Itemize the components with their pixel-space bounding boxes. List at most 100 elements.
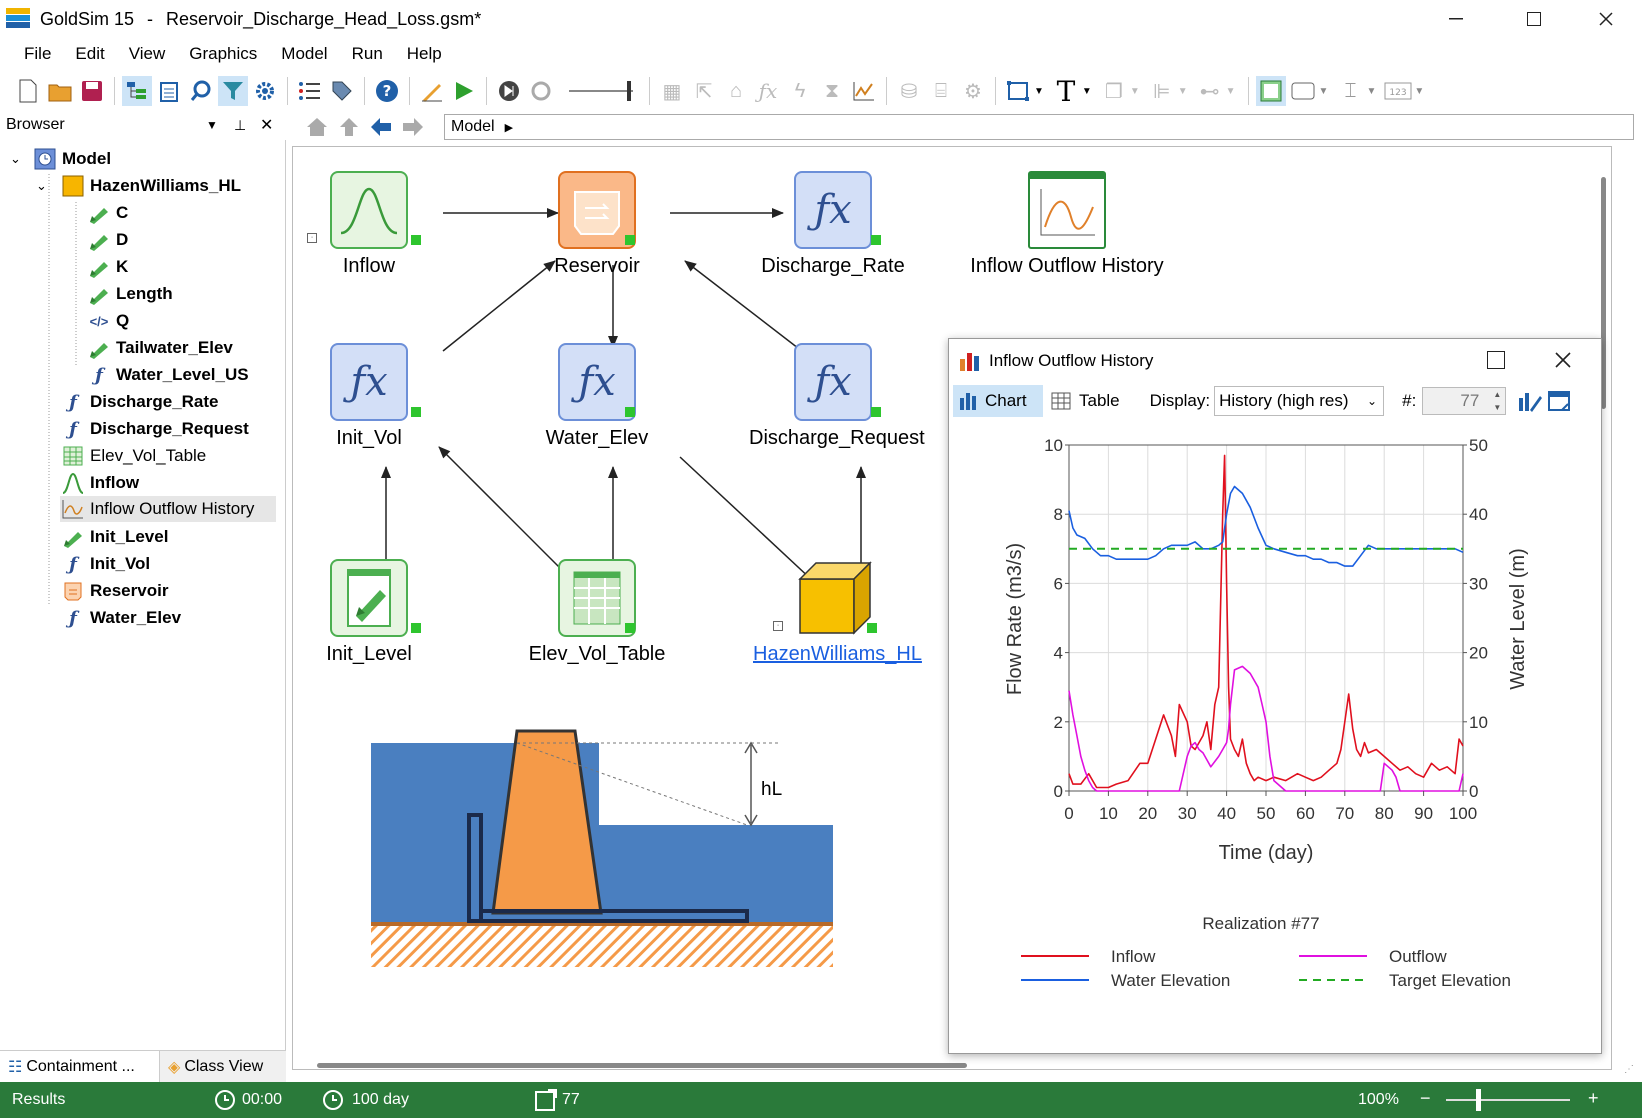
tree-item-c[interactable]: C <box>88 200 128 226</box>
minimize-button[interactable] <box>1426 0 1486 38</box>
dropdown-arrow-icon[interactable]: ▼ <box>1226 86 1236 97</box>
element-elev-vol-table[interactable]: Elev_Vol_Table <box>513 559 681 666</box>
save-button[interactable] <box>77 76 107 106</box>
menu-view[interactable]: View <box>117 44 178 64</box>
tree-item-model[interactable]: Model <box>34 146 111 172</box>
number-format-button[interactable]: 123 <box>1383 76 1413 106</box>
menu-help[interactable]: Help <box>395 44 454 64</box>
tree-item-q[interactable]: </> Q <box>88 308 130 334</box>
element-reservoir[interactable]: Reservoir <box>537 171 657 278</box>
reset-button[interactable] <box>526 76 556 106</box>
dropdown-arrow-icon[interactable]: ▼ <box>1178 86 1188 97</box>
zoom-in-button[interactable]: + <box>1588 1088 1599 1109</box>
menu-edit[interactable]: Edit <box>63 44 116 64</box>
expand-icon[interactable]: · <box>773 621 783 631</box>
realization-spinner[interactable]: 77 ▲ ▼ <box>1422 387 1507 415</box>
tree-item-discharge-rate[interactable]: ƒ Discharge_Rate <box>62 389 218 415</box>
expression-tool-button[interactable]: ƒx <box>753 76 783 106</box>
pin-icon[interactable]: ⊥ <box>234 117 246 134</box>
tree-item-init-level[interactable]: Init_Level <box>62 524 168 550</box>
element-inflow[interactable]: Inflow · <box>307 171 427 278</box>
dropdown-arrow-icon[interactable]: ▼ <box>1082 86 1092 97</box>
edit-mode-button[interactable] <box>417 76 447 106</box>
container-tool-button[interactable]: ▦ <box>657 76 687 106</box>
window-settings-icon[interactable] <box>1548 390 1572 412</box>
up-button[interactable] <box>334 112 364 142</box>
element-discharge-rate[interactable]: ƒx Discharge_Rate <box>753 171 913 278</box>
menu-graphics[interactable]: Graphics <box>177 44 269 64</box>
open-file-button[interactable] <box>45 76 75 106</box>
delay-tool-button[interactable]: ⧗ <box>817 76 847 106</box>
maximize-icon[interactable] <box>1487 351 1505 369</box>
tree-item-hazenwilliams-hl[interactable]: HazenWilliams_HL <box>62 173 241 199</box>
options-button[interactable] <box>250 76 280 106</box>
step-button[interactable] <box>494 76 524 106</box>
home-button[interactable] <box>302 112 332 142</box>
horizontal-scrollbar[interactable] <box>317 1063 967 1068</box>
element-hazenwilliams-hl[interactable]: HazenWilliams_HL · <box>753 559 922 666</box>
display-select[interactable]: History (high res) ⌄ <box>1214 386 1385 416</box>
tree-item-init-vol[interactable]: ƒ Init_Vol <box>62 551 150 577</box>
list-button[interactable] <box>295 76 325 106</box>
dropdown-arrow-icon[interactable]: ▼ <box>1414 86 1424 97</box>
tree-item-discharge-request[interactable]: ƒ Discharge_Request <box>62 416 249 442</box>
chart-tool-button[interactable] <box>849 76 879 106</box>
find-button[interactable] <box>186 76 216 106</box>
maximize-button[interactable] <box>1504 0 1564 38</box>
expand-icon[interactable]: · <box>307 233 317 243</box>
dropdown-arrow-icon[interactable]: ▼ <box>1319 86 1329 97</box>
pool-tool-button[interactable]: ⌂ <box>721 76 751 106</box>
export-tool-button[interactable]: ⇱ <box>689 76 719 106</box>
label-button[interactable]: ⌶ <box>1335 76 1365 106</box>
forward-button[interactable] <box>398 112 428 142</box>
tree-item-water-elev[interactable]: ƒ Water_Elev <box>62 605 181 631</box>
speed-slider[interactable] <box>569 79 633 103</box>
select-shape-button[interactable] <box>1003 76 1033 106</box>
tree-item-tailwater-elev[interactable]: Tailwater_Elev <box>88 335 233 361</box>
dropdown-arrow-icon[interactable]: ▼ <box>1130 86 1140 97</box>
text-tool-button[interactable]: T <box>1051 75 1081 108</box>
tree-item-inflow[interactable]: Inflow <box>62 470 139 496</box>
spinner-arrows-icon[interactable]: ▲ ▼ <box>1493 388 1501 414</box>
browser-toggle-button[interactable] <box>122 76 152 106</box>
chevron-down-icon[interactable]: ▼ <box>206 118 218 132</box>
tree-item-d[interactable]: D <box>88 227 128 253</box>
breadcrumb[interactable]: Model ▶ <box>444 114 1634 140</box>
tree-expander[interactable]: ⌄ <box>36 173 47 199</box>
database-tool-button[interactable]: ⛁ <box>894 76 924 106</box>
run-button[interactable] <box>449 76 479 106</box>
element-inflow-outflow-history[interactable]: Inflow Outflow History <box>957 171 1177 278</box>
close-panel-icon[interactable]: ✕ <box>260 115 273 135</box>
zoom-slider-thumb[interactable] <box>1476 1089 1481 1111</box>
tab-chart[interactable]: Chart <box>953 385 1043 417</box>
close-button[interactable] <box>1576 0 1636 38</box>
chart-properties-icon[interactable] <box>1518 390 1543 412</box>
zoom-out-button[interactable]: − <box>1420 1088 1431 1109</box>
element-label-link[interactable]: HazenWilliams_HL <box>753 643 922 666</box>
menu-file[interactable]: File <box>0 44 63 64</box>
tab-table[interactable]: Table <box>1051 391 1120 411</box>
new-file-button[interactable] <box>13 76 43 106</box>
grid-toggle-button[interactable] <box>1255 76 1286 106</box>
menu-run[interactable]: Run <box>340 44 395 64</box>
dropdown-arrow-icon[interactable]: ▼ <box>1366 86 1376 97</box>
financial-tool-button[interactable]: ⌸ <box>926 76 956 106</box>
tree-item-reservoir[interactable]: Reservoir <box>62 578 168 604</box>
element-water-elev[interactable]: ƒx Water_Elev <box>537 343 657 450</box>
element-init-level[interactable]: Init_Level <box>311 559 427 666</box>
tab-containment[interactable]: ☷ Containment ... <box>0 1051 160 1082</box>
element-discharge-request[interactable]: ƒx Discharge_Request <box>749 343 925 450</box>
back-button[interactable] <box>366 112 396 142</box>
border-button[interactable] <box>1288 76 1318 106</box>
settings-tool-button[interactable]: ⚙ <box>958 76 988 106</box>
tree-item-water-level-us[interactable]: ƒ Water_Level_US <box>88 362 248 388</box>
tree-expander[interactable]: ⌄ <box>10 146 21 172</box>
tab-class-view[interactable]: ◈ Class View <box>160 1051 286 1082</box>
breadcrumb-item[interactable]: Model <box>451 118 495 136</box>
element-init-vol[interactable]: ƒx Init_Vol <box>311 343 427 450</box>
zoom-slider[interactable] <box>1446 1099 1570 1101</box>
tree-item-inflow-outflow-history[interactable]: Inflow Outflow History <box>60 496 276 522</box>
tree-item-elev-vol-table[interactable]: Elev_Vol_Table <box>62 443 206 469</box>
tree-item-k[interactable]: K <box>88 254 128 280</box>
menu-model[interactable]: Model <box>269 44 339 64</box>
